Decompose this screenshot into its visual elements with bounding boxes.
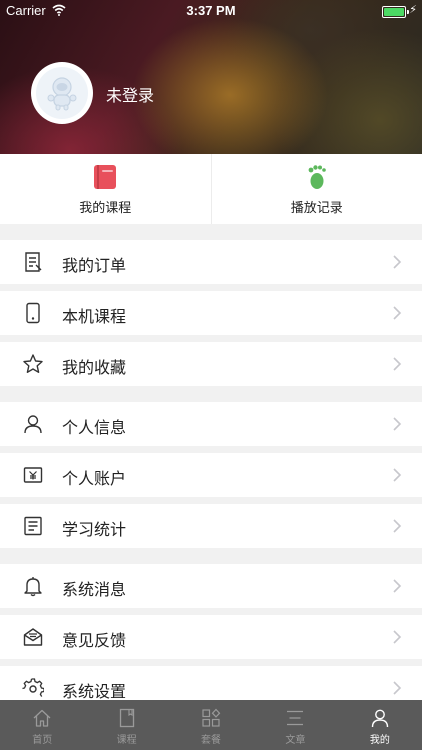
menu-item-study-stats[interactable]: 学习统计 <box>0 504 422 548</box>
phone-icon <box>26 302 40 324</box>
menu-item-label: 意见反馈 <box>62 631 127 650</box>
menu-item-personal-info[interactable]: 个人信息 <box>0 402 422 446</box>
chevron-right-icon <box>393 468 402 482</box>
star-icon <box>23 354 43 373</box>
menu-item-label: 本机课程 <box>62 307 127 326</box>
order-icon <box>25 252 42 272</box>
play-history-label: 播放记录 <box>290 201 343 216</box>
tab-label: 文章 <box>285 735 306 746</box>
chevron-right-icon <box>393 417 402 431</box>
chevron-right-icon <box>393 579 402 593</box>
wallet-icon <box>23 467 43 483</box>
chevron-right-icon <box>393 519 402 533</box>
stats-icon <box>24 516 42 536</box>
menu-item-orders[interactable]: 我的订单 <box>0 240 422 284</box>
book-icon <box>119 708 134 728</box>
menu-item-local-courses[interactable]: 本机课程 <box>0 291 422 335</box>
menu-item-favorites[interactable]: 我的收藏 <box>0 342 422 386</box>
chevron-right-icon <box>393 255 402 269</box>
home-icon <box>33 709 51 727</box>
tab-label: 首页 <box>32 735 53 746</box>
settings-icon <box>22 678 44 697</box>
red-book-icon <box>94 165 117 189</box>
menu-item-account[interactable]: 个人账户 <box>0 453 422 497</box>
green-footprint-icon <box>308 165 326 189</box>
feedback-icon <box>23 628 43 646</box>
quick-actions: 我的课程 播放记录 <box>0 154 422 224</box>
clock: 3:37 PM <box>186 3 236 18</box>
menu-item-label: 系统设置 <box>62 682 127 701</box>
menu-item-label: 个人账户 <box>62 469 127 488</box>
menu-item-system-messages[interactable]: 系统消息 <box>0 564 422 608</box>
avatar[interactable] <box>31 62 93 124</box>
tab-label: 课程 <box>116 735 137 746</box>
chevron-right-icon <box>393 306 402 320</box>
tab-profile[interactable]: 我的 <box>338 700 422 750</box>
tab-packages[interactable]: 套餐 <box>169 700 253 750</box>
my-courses-button[interactable]: 我的课程 <box>0 154 211 224</box>
tab-bar: 首页 课程 套餐 文章 我的 <box>0 700 422 750</box>
tab-articles[interactable]: 文章 <box>253 700 337 750</box>
profile-header: Carrier 3:37 PM ⚡ 未登录 <box>0 0 422 154</box>
profile-icon <box>371 709 389 728</box>
chevron-right-icon <box>393 630 402 644</box>
play-history-button[interactable]: 播放记录 <box>210 154 422 224</box>
menu-item-label: 系统消息 <box>62 580 127 599</box>
menu-item-label: 我的订单 <box>62 256 127 275</box>
menu-item-label: 个人信息 <box>62 418 127 437</box>
login-status[interactable]: 未登录 <box>106 82 154 106</box>
bell-icon <box>24 577 42 597</box>
tab-label: 我的 <box>369 735 390 746</box>
tab-home[interactable]: 首页 <box>0 700 84 750</box>
grid-icon <box>202 708 221 727</box>
article-icon <box>287 710 304 726</box>
battery-icon <box>382 6 409 18</box>
chevron-right-icon <box>393 357 402 371</box>
menu-item-label: 学习统计 <box>62 520 127 539</box>
user-icon <box>24 415 42 434</box>
my-courses-label: 我的课程 <box>79 201 132 216</box>
chevron-right-icon <box>393 681 402 695</box>
astronaut-icon <box>47 77 77 111</box>
status-bar: Carrier 3:37 PM ⚡ <box>0 0 422 22</box>
tab-courses[interactable]: 课程 <box>84 700 168 750</box>
tab-label: 套餐 <box>201 735 222 746</box>
charging-icon: ⚡ <box>409 3 417 16</box>
menu-item-feedback[interactable]: 意见反馈 <box>0 615 422 659</box>
menu-item-label: 我的收藏 <box>62 358 127 377</box>
